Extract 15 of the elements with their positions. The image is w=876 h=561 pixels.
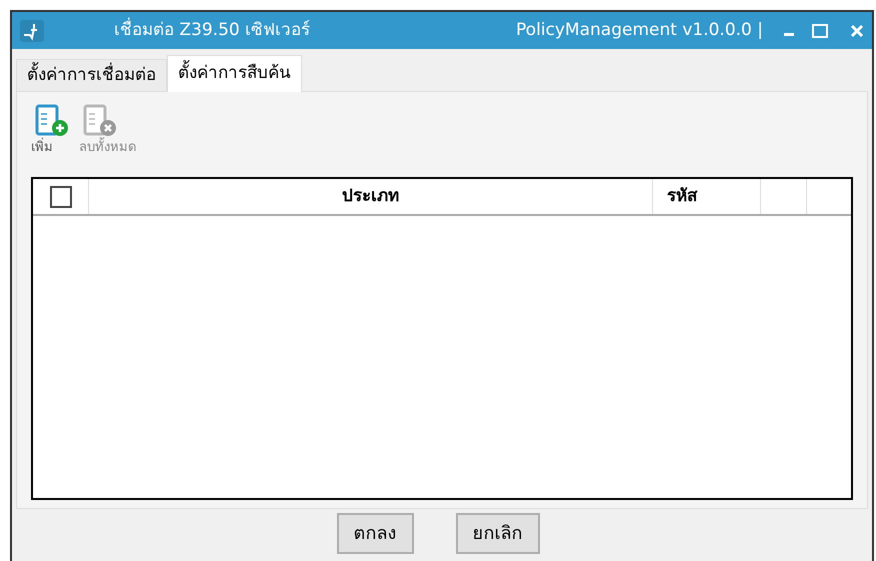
- dialog-button[interactable]: ยกเลิก: [456, 513, 540, 554]
- tab[interactable]: ตั้งค่าการเชื่อมต่อ: [16, 59, 167, 91]
- tab[interactable]: ตั้งค่าการสืบค้น: [167, 55, 302, 92]
- add-button[interactable]: เพิ่ม: [31, 104, 69, 177]
- window-title: เชื่อมต่อ Z39.50 เซิฟเวอร์: [114, 18, 310, 42]
- select-all-checkbox[interactable]: [50, 186, 72, 208]
- column-header: รหัส: [667, 184, 697, 208]
- app-label: PolicyManagement v1.0.0.0 |: [516, 18, 763, 42]
- document-x-icon: [83, 104, 117, 138]
- maximize-icon[interactable]: [812, 24, 828, 38]
- app-icon: [20, 20, 44, 42]
- close-icon[interactable]: [850, 24, 864, 38]
- document-plus-icon: [35, 104, 69, 138]
- column-header: ประเภท: [342, 184, 399, 208]
- dialog-button[interactable]: ตกลง: [336, 513, 414, 554]
